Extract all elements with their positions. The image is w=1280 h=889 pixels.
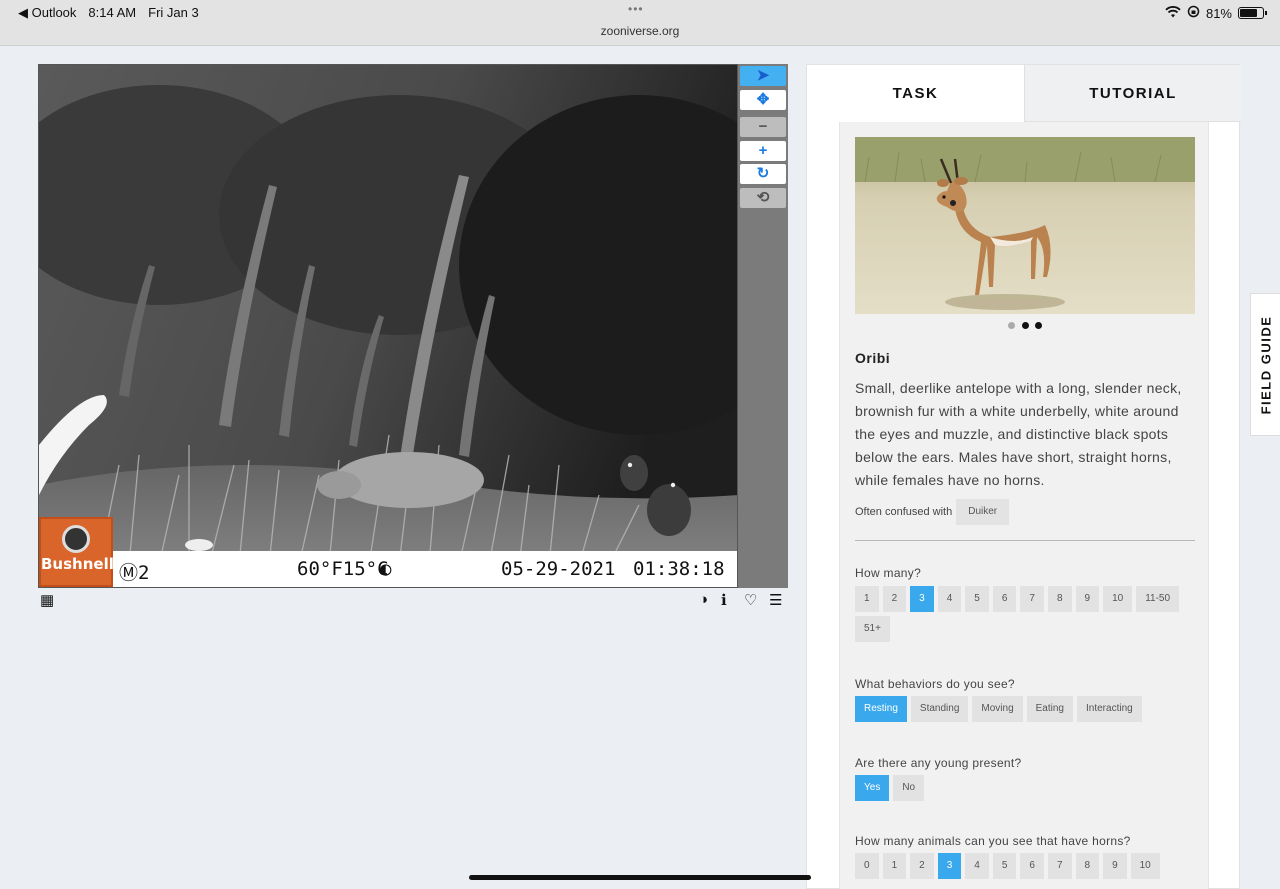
- answer-option[interactable]: 6: [1020, 853, 1044, 879]
- rotate-icon: ↻: [756, 165, 770, 182]
- status-date: Fri Jan 3: [148, 5, 199, 20]
- answer-option[interactable]: 7: [1020, 586, 1044, 612]
- answer-option[interactable]: No: [893, 775, 925, 801]
- answer-option[interactable]: 3: [910, 586, 934, 612]
- bushnell-logo: Bushnell: [39, 517, 114, 587]
- confused-with-chip[interactable]: Duiker: [956, 499, 1010, 525]
- answer-option[interactable]: 9: [1103, 853, 1127, 879]
- question-label: Are there any young present?: [855, 756, 1022, 770]
- behavior-options: Resting Standing Moving Eating Interacti…: [855, 696, 1200, 722]
- camera-time: 01:38:18: [633, 558, 725, 580]
- trail-camera-photo: [39, 65, 737, 587]
- home-indicator[interactable]: [469, 875, 811, 880]
- favorite-icon[interactable]: ♡: [744, 591, 757, 609]
- confused-with-label: Often confused with: [855, 506, 953, 518]
- camera-temperature: 60°F15°C: [297, 558, 389, 580]
- answer-option[interactable]: Interacting: [1077, 696, 1142, 722]
- answer-option[interactable]: Resting: [855, 696, 907, 722]
- young-options: Yes No: [855, 775, 1200, 801]
- species-name: Oribi: [855, 350, 891, 366]
- info-icon[interactable]: ℹ: [721, 591, 727, 609]
- rotate-button[interactable]: ↻: [740, 164, 786, 184]
- answer-option[interactable]: 4: [937, 586, 962, 612]
- status-bar: ◀ Outlook 8:14 AM Fri Jan 3 ••• zooniver…: [0, 0, 1280, 46]
- image-toolbar: ➤ ✥ − + ↻ ⟲: [738, 64, 788, 588]
- moon-phase-icon: ◐: [380, 558, 392, 580]
- answer-option[interactable]: 0: [855, 853, 879, 879]
- grid-view-icon[interactable]: ▦: [40, 591, 54, 609]
- answer-option[interactable]: 51+: [855, 616, 890, 642]
- zoom-out-button[interactable]: −: [740, 117, 786, 137]
- answer-option[interactable]: Eating: [1026, 696, 1073, 722]
- zoom-in-button[interactable]: +: [740, 141, 786, 161]
- bushnell-brand: Bushnell: [41, 555, 114, 573]
- status-time: 8:14 AM: [88, 5, 137, 20]
- answer-option[interactable]: 6: [992, 586, 1017, 612]
- collections-icon[interactable]: ☰: [769, 591, 782, 609]
- panel-tabs: TASK TUTORIAL: [807, 65, 1241, 122]
- pager-dot[interactable]: [1007, 322, 1015, 329]
- answer-option[interactable]: 2: [882, 586, 907, 612]
- question-label: How many animals can you see that have h…: [855, 834, 1131, 848]
- answer-option[interactable]: 10: [1103, 586, 1133, 612]
- reset-button[interactable]: ⟲: [740, 188, 786, 208]
- question-label: What behaviors do you see?: [855, 677, 1015, 691]
- answer-option[interactable]: 1: [855, 586, 879, 612]
- question-label: How many?: [855, 566, 922, 580]
- answer-option[interactable]: 9: [1075, 586, 1100, 612]
- image-pager: [840, 321, 1210, 332]
- field-guide-label: FIELD GUIDE: [1258, 315, 1273, 414]
- orientation-lock-icon: [1187, 5, 1200, 21]
- plus-icon: +: [758, 142, 768, 159]
- pager-dot[interactable]: [1021, 322, 1029, 329]
- how-many-options: 1 2 3 4 5 6 7 8 9 10 11-50 51+: [855, 586, 1200, 642]
- answer-option[interactable]: 5: [965, 586, 989, 612]
- move-icon: ✥: [756, 91, 770, 108]
- answer-option[interactable]: Yes: [855, 775, 890, 801]
- cursor-icon: ➤: [756, 67, 770, 84]
- field-guide-tab[interactable]: FIELD GUIDE: [1250, 293, 1280, 436]
- species-detail: Oribi Small, deerlike antelope with a lo…: [839, 122, 1209, 889]
- answer-option[interactable]: 5: [992, 853, 1017, 879]
- camera-info-strip: Ⓜ2 60°F15°C ◐ 05-29-2021 01:38:18: [39, 551, 737, 587]
- invert-icon[interactable]: ◑: [699, 591, 708, 608]
- camera-date: 05-29-2021: [501, 558, 616, 580]
- tab-task[interactable]: TASK: [807, 65, 1024, 122]
- pan-tool-button[interactable]: ✥: [740, 90, 786, 110]
- minus-icon: −: [758, 118, 768, 135]
- species-photo[interactable]: [855, 137, 1195, 314]
- answer-option[interactable]: 7: [1047, 853, 1072, 879]
- answer-option[interactable]: 3: [937, 853, 962, 879]
- answer-option[interactable]: Moving: [972, 696, 1023, 722]
- bushnell-emblem-icon: [62, 525, 90, 553]
- answer-option[interactable]: 10: [1130, 853, 1160, 879]
- answer-option[interactable]: 11-50: [1136, 586, 1180, 612]
- confused-with-row: Often confused with Duiker: [855, 499, 1010, 525]
- pager-dot[interactable]: [1035, 322, 1043, 329]
- horns-options: 0 1 2 3 4 5 6 7 8 9 10: [855, 853, 1200, 879]
- answer-option[interactable]: 2: [910, 853, 934, 879]
- answer-option[interactable]: 1: [882, 853, 907, 879]
- task-panel: TASK TUTORIAL Oribi Small, deerlike ante…: [806, 64, 1241, 889]
- answer-option[interactable]: 8: [1047, 586, 1072, 612]
- tab-tutorial[interactable]: TUTORIAL: [1024, 65, 1241, 122]
- subject-image[interactable]: Ⓜ2 60°F15°C ◐ 05-29-2021 01:38:18 Bushne…: [38, 64, 738, 588]
- multitasking-dots[interactable]: •••: [628, 2, 644, 16]
- back-to-app-link[interactable]: ◀ Outlook: [18, 5, 76, 21]
- status-right: 81%: [1165, 5, 1267, 21]
- wifi-icon: [1165, 5, 1181, 21]
- battery-percent: 81%: [1205, 5, 1232, 21]
- answer-option[interactable]: 4: [965, 853, 989, 879]
- species-description: Small, deerlike antelope with a long, sl…: [855, 380, 1182, 488]
- answer-option[interactable]: 8: [1075, 853, 1100, 879]
- status-left: ◀ Outlook 8:14 AM Fri Jan 3: [18, 5, 199, 21]
- camera-id: Ⓜ2: [119, 562, 150, 584]
- answer-option[interactable]: Standing: [910, 696, 969, 722]
- address-url[interactable]: zooniverse.org: [0, 24, 1280, 38]
- annotate-tool-button[interactable]: ➤: [740, 66, 786, 86]
- battery-icon: [1238, 7, 1267, 19]
- refresh-icon: ⟲: [756, 189, 770, 206]
- divider: [855, 540, 1195, 541]
